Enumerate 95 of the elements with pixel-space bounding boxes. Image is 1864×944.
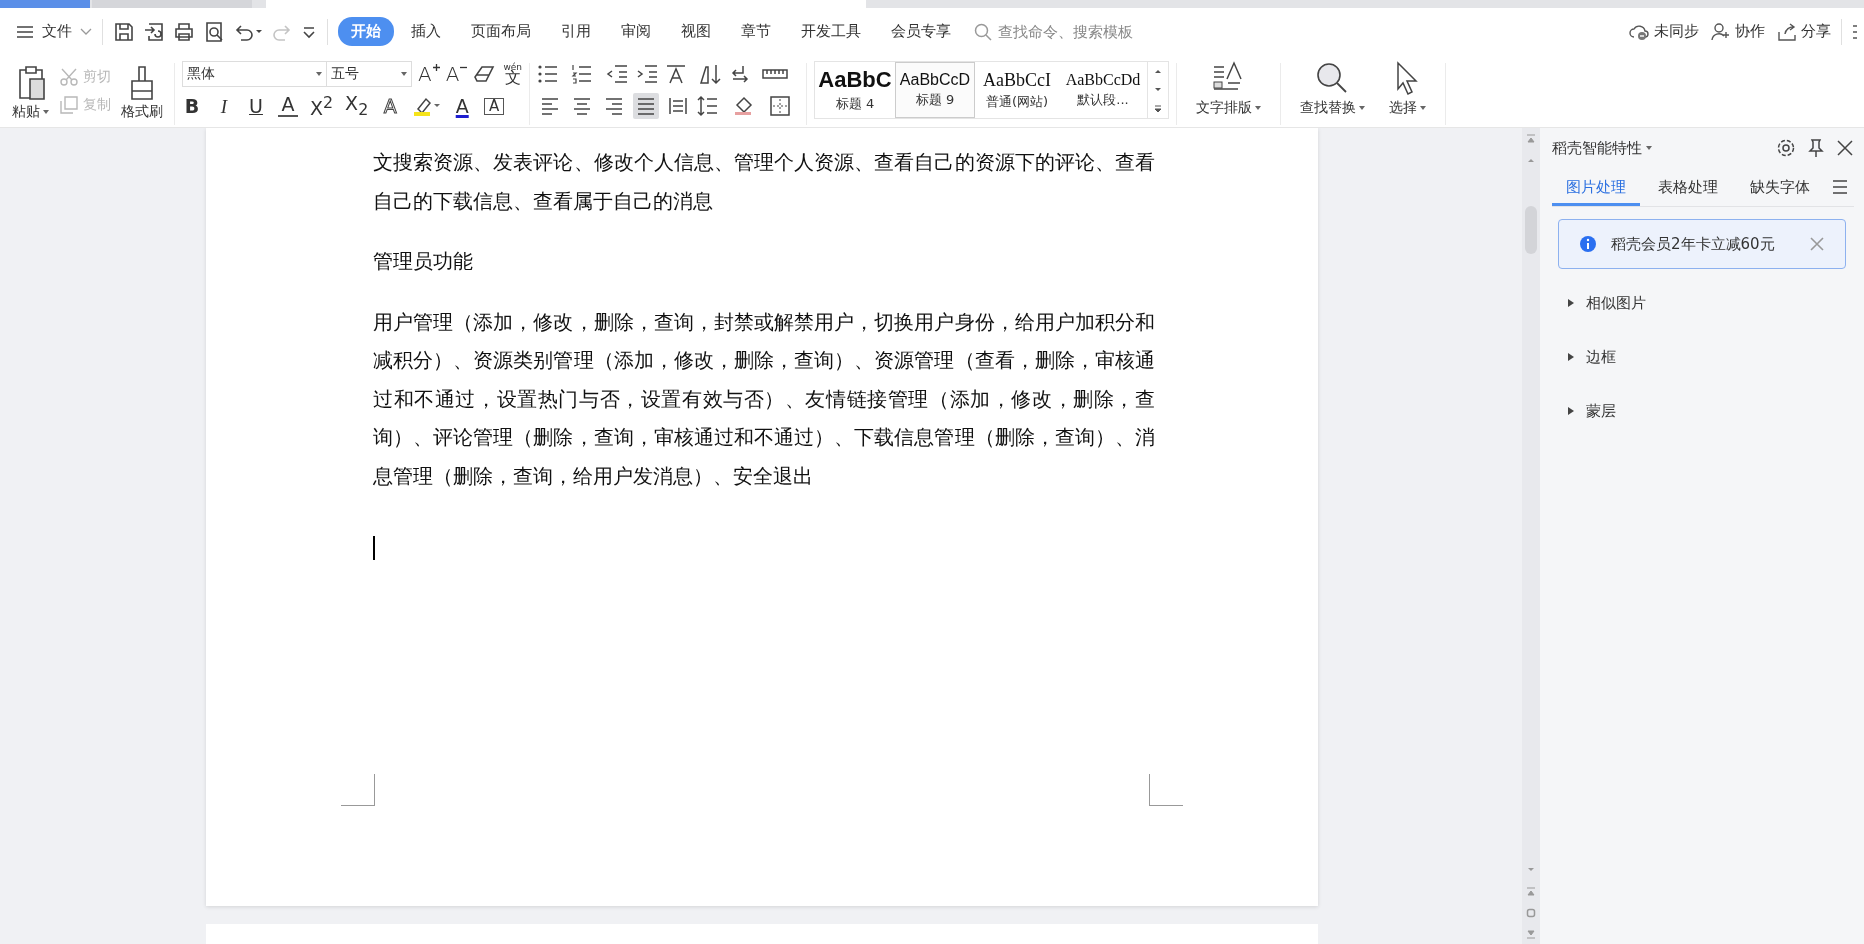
align-icon	[540, 96, 560, 116]
paste-button[interactable]: 粘贴	[8, 61, 53, 123]
select-label: 选择	[1389, 99, 1417, 117]
ribbon-tab[interactable]: 视图	[668, 17, 724, 46]
text-cursor	[373, 536, 375, 560]
brush-icon	[129, 65, 155, 101]
border-button[interactable]: A	[484, 97, 505, 115]
panel-tab[interactable]: 表格处理	[1644, 168, 1732, 206]
align-icon	[572, 96, 592, 116]
expander-icon	[1566, 298, 1576, 308]
format-painter-button[interactable]: 格式刷	[117, 61, 167, 123]
sort-icon[interactable]	[699, 63, 723, 85]
caret-icon	[1255, 106, 1261, 110]
document-paragraph: 管理员功能	[373, 249, 474, 275]
copy-icon	[59, 95, 79, 115]
find-replace-button[interactable]: 查找替换	[1296, 57, 1369, 119]
scroll-down-icon[interactable]	[1153, 86, 1163, 94]
minus-icon	[460, 64, 468, 71]
shrink-font-button[interactable]: A	[445, 64, 468, 84]
italic-button[interactable]: I	[214, 96, 234, 116]
font-name-dropdown[interactable]: 黑体	[182, 61, 327, 87]
menu-icon	[16, 24, 34, 39]
panel-tab[interactable]: 图片处理	[1552, 168, 1640, 206]
find-replace-label: 查找替换	[1300, 99, 1356, 117]
decrease-indent-icon[interactable]	[605, 63, 629, 85]
margin-corner-mark	[341, 774, 375, 806]
align-icon	[668, 96, 688, 116]
print-icon[interactable]	[173, 20, 195, 43]
collaborate-button[interactable]: 协作	[1711, 22, 1765, 41]
increase-indent-icon[interactable]	[635, 63, 659, 85]
color-button[interactable]: A	[452, 96, 473, 116]
style-preset[interactable]: AaBbC 标题 4	[815, 62, 895, 118]
ribbon-tab[interactable]: 引用	[548, 17, 604, 46]
select-button[interactable]: 选择	[1385, 57, 1430, 119]
pin-icon[interactable]	[1806, 138, 1826, 158]
scroll-up-icon[interactable]	[1153, 67, 1163, 76]
typesetting-label: 文字排版	[1196, 99, 1252, 117]
panel-section[interactable]: 边框	[1552, 331, 1854, 383]
style-preset[interactable]: AaBbCcI 普通(网站)	[975, 62, 1059, 118]
ribbon-tab[interactable]: 插入	[398, 17, 454, 46]
margin-corner-mark	[1149, 774, 1183, 806]
export-icon[interactable]	[143, 20, 165, 43]
paste-label: 粘贴	[12, 103, 40, 121]
cloud-icon	[1628, 22, 1650, 41]
style-preset[interactable]: AaBbCcDd 默认段...	[1059, 62, 1147, 118]
ribbon-tab[interactable]: 会员专享	[878, 17, 964, 46]
search-field[interactable]: 查找命令、搜索模板	[974, 21, 1170, 42]
ribbon-tab[interactable]: 审阅	[608, 17, 664, 46]
panel-section[interactable]: 相似图片	[1552, 277, 1854, 329]
file-menu-button[interactable]: 文件	[16, 22, 92, 41]
strike-button[interactable]: A	[278, 95, 298, 117]
more-icon[interactable]	[1852, 22, 1858, 41]
sup-button[interactable]: X$^{2}$	[310, 94, 334, 118]
grow-font-button[interactable]: A	[418, 64, 440, 84]
info-icon	[1579, 235, 1597, 253]
underline-button[interactable]: U	[246, 96, 266, 116]
add-user-icon	[1711, 22, 1731, 41]
align-icon	[604, 96, 624, 116]
settings-icon[interactable]	[1776, 138, 1796, 158]
promo-text: 稻壳会员2年卡立减60元	[1611, 234, 1775, 254]
align-icon	[636, 96, 656, 116]
caret-icon	[1420, 106, 1426, 110]
style-preset[interactable]: AaBbCcD 标题 9	[895, 62, 975, 118]
phonetic-guide-button[interactable]: wén 文	[503, 62, 522, 86]
caret-icon	[1359, 106, 1365, 110]
menu-icon[interactable]	[1832, 180, 1848, 194]
highlighter-icon[interactable]	[412, 95, 441, 117]
expander-icon	[1566, 352, 1576, 362]
document-paragraph: 文搜索资源、发表评论、修改个人信息、管理个人资源、查看自己的资源下的评论、查看自己的下载信息、查看属于自己的消息	[373, 150, 1155, 215]
expand-gallery-icon[interactable]	[1153, 104, 1163, 113]
scissors-icon	[59, 67, 79, 87]
typesetting-button[interactable]: 文字排版	[1192, 57, 1265, 119]
justify-align-button[interactable]	[633, 93, 659, 119]
share-icon	[1777, 22, 1797, 41]
sync-button[interactable]: 未同步	[1628, 22, 1699, 41]
print-preview-icon[interactable]	[203, 20, 225, 43]
panel-tab[interactable]: 缺失字体	[1736, 168, 1824, 206]
save-icon[interactable]	[113, 20, 135, 43]
panel-section[interactable]: 蒙层	[1552, 385, 1854, 437]
chevron-down-icon	[80, 27, 92, 36]
bold-button[interactable]: B	[182, 96, 202, 116]
caret-icon	[43, 110, 49, 114]
ribbon-tab[interactable]: 章节	[728, 17, 784, 46]
ribbon-tab[interactable]: 开发工具	[788, 17, 874, 46]
panel-title-dropdown[interactable]: 稻壳智能特性	[1552, 138, 1652, 158]
expander-icon	[1566, 406, 1576, 416]
close-icon[interactable]	[1836, 139, 1854, 157]
share-button[interactable]: 分享	[1777, 22, 1831, 41]
document-paragraph: 用户管理（添加，修改，删除，查询，封禁或解禁用户，切换用户身份，给用户加积分和减积分）、资源类别管理（添加，修改，删除，查询）、资源管理（查看，删除，审核通过和不通过，设置热门与否，设置有效与否）、友情链接管理（添加，修改，删除，查询）、评论管理（删除，查询，审核通过和不通过）、下载信息管理（删除，查询）、消息管理（删除，查询，给用户发消息）、安全退出	[373, 309, 1155, 490]
ribbon-tab[interactable]: 页面布局	[458, 17, 544, 46]
search-icon	[974, 22, 992, 41]
font-size-dropdown[interactable]: 五号	[326, 61, 412, 87]
plus-icon	[432, 64, 440, 71]
vertical-scrollbar[interactable]	[1522, 128, 1540, 944]
sub-button[interactable]: X$_{2}$	[345, 94, 369, 118]
